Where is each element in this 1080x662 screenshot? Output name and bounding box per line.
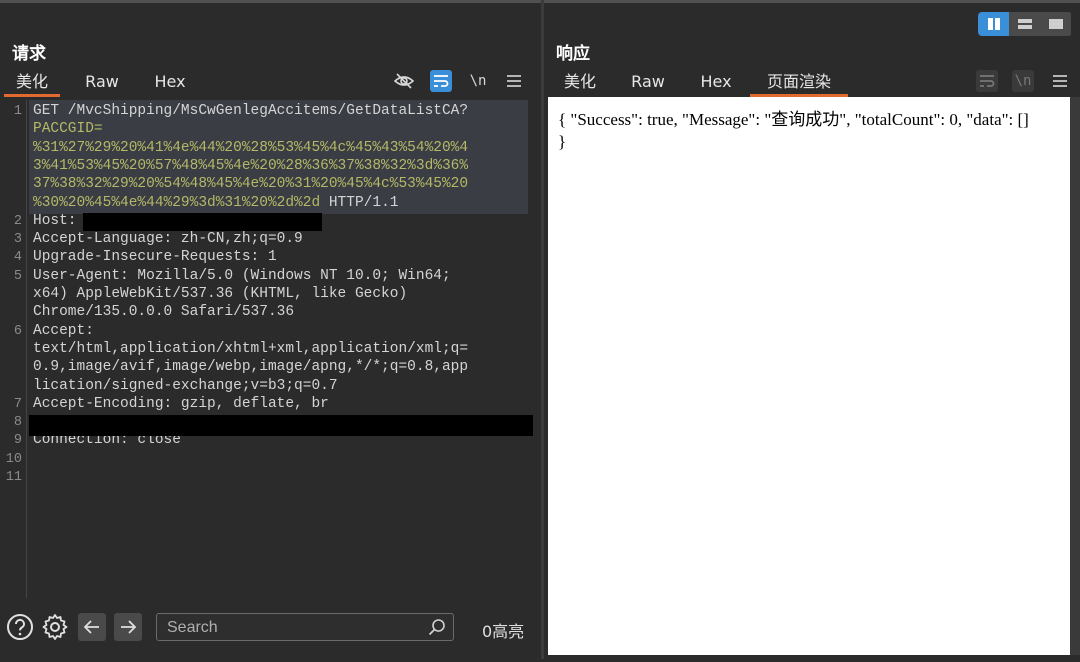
- layout-toggle-group: [978, 12, 1072, 36]
- line-number-gutter: 1 2 3 4 5 6 7 8 9 10 11: [0, 100, 27, 598]
- code-text: lication/signed-exchange;v=b3;q=0.7: [33, 377, 338, 394]
- layout-columns-icon[interactable]: [978, 12, 1009, 36]
- word-wrap-icon[interactable]: [430, 70, 452, 92]
- response-tab-raw[interactable]: Raw: [620, 69, 676, 97]
- query-param-text: 3%41%53%45%20%57%48%45%4e%20%28%36%37%38…: [33, 157, 469, 174]
- code-text: 0.9,image/avif,image/webp,image/apng,*/*…: [33, 359, 469, 376]
- response-title: 响应: [556, 44, 590, 64]
- code-text: Accept-Language: zh-CN,zh;q=0.9: [33, 231, 303, 248]
- code-text: User-Agent: Mozilla/5.0 (Windows NT 10.0…: [33, 267, 451, 284]
- highlight-count: 0高亮: [482, 622, 525, 641]
- code-text: Host:: [33, 212, 77, 229]
- code-text: text/html,application/xhtml+xml,applicat…: [33, 340, 469, 357]
- back-arrow-icon[interactable]: [78, 613, 106, 641]
- search-icon[interactable]: [428, 618, 446, 641]
- line-number: 3: [13, 232, 22, 248]
- code-line: Host:: [33, 213, 77, 229]
- scrollbar[interactable]: [1070, 97, 1080, 655]
- code-line: Accept-Language: zh-CN,zh;q=0.9: [33, 231, 303, 247]
- search-input[interactable]: [165, 617, 419, 639]
- code-text: x64) AppleWebKit/537.36 (KHTML, like Gec…: [33, 286, 408, 302]
- code-line: 0.9,image/avif,image/webp,image/apng,*/*…: [33, 359, 468, 375]
- code-text: Upgrade-Insecure-Requests: 1: [33, 249, 277, 266]
- code-line: lication/signed-exchange;v=b3;q=0.7: [33, 378, 338, 394]
- code-line: User-Agent: Mozilla/5.0 (Windows NT 10.0…: [33, 268, 451, 284]
- redacted-line: [29, 415, 533, 436]
- query-param-text: %30%20%45%4e%44%29%3d%31%20%2d%2d: [33, 194, 321, 211]
- request-pane: 请求 美化 Raw Hex \n 1 2 3 4 5 6 7 8 9 10 11 GET /MvcS…: [0, 0, 541, 659]
- query-param-text: 37%38%32%29%20%54%48%45%4e%20%31%20%45%4…: [33, 176, 469, 193]
- line-number: 1: [13, 104, 22, 119]
- settings-gear-icon[interactable]: [40, 612, 70, 642]
- rendered-json-text: { "Success": true, "Message": "查询成功", "t…: [558, 110, 1029, 151]
- forward-arrow-icon[interactable]: [114, 613, 142, 641]
- line-number: 4: [13, 250, 22, 266]
- line-number: 7: [13, 396, 22, 412]
- redacted-host: [83, 213, 322, 231]
- help-icon[interactable]: [5, 612, 35, 642]
- request-tab-hex[interactable]: Hex: [142, 69, 198, 97]
- code-line: text/html,application/xhtml+xml,applicat…: [33, 341, 468, 357]
- code-text: Accept-Encoding: gzip, deflate, br: [33, 395, 329, 412]
- hide-icon[interactable]: [393, 70, 415, 92]
- response-tab-render[interactable]: 页面渲染: [750, 69, 848, 97]
- request-tab-pretty[interactable]: 美化: [4, 69, 60, 97]
- code-line: 3%41%53%45%20%57%48%45%4e%20%28%36%37%38…: [33, 158, 468, 174]
- line-number: 11: [5, 470, 22, 485]
- newline-toggle-button: \n: [1012, 70, 1034, 92]
- code-line: 37%38%32%29%20%54%48%45%4e%20%31%20%45%4…: [33, 176, 468, 192]
- menu-icon[interactable]: [1049, 70, 1071, 92]
- code-line: %30%20%45%4e%44%29%3d%31%20%2d%2d HTTP/1…: [33, 195, 398, 211]
- line-number: 10: [5, 451, 22, 467]
- code-text: GET /MvcShipping/MsCwGenlegAccitems/GetD…: [33, 103, 469, 119]
- search-box: [156, 613, 454, 641]
- newline-toggle-button[interactable]: \n: [467, 70, 489, 92]
- query-param-text: PACCGID=: [33, 121, 103, 138]
- line-number: 8: [13, 415, 22, 431]
- layout-rows-icon[interactable]: [1009, 12, 1040, 36]
- code-line: PACCGID=: [33, 121, 103, 137]
- code-line: Upgrade-Insecure-Requests: 1: [33, 249, 277, 265]
- line-number: 6: [13, 323, 22, 339]
- request-tab-raw[interactable]: Raw: [72, 69, 132, 97]
- response-tab-pretty[interactable]: 美化: [552, 69, 608, 97]
- line-number: 9: [13, 433, 22, 449]
- code-line: %31%27%29%20%41%4e%44%20%28%53%45%4c%45%…: [33, 140, 468, 156]
- word-wrap-icon: [976, 70, 998, 92]
- code-text: Accept:: [33, 322, 94, 339]
- code-text: Chrome/135.0.0.0 Safari/537.36: [33, 304, 295, 321]
- code-text: HTTP/1.1: [320, 194, 399, 211]
- line-number: 5: [13, 268, 22, 284]
- response-render-view[interactable]: { "Success": true, "Message": "查询成功", "t…: [548, 97, 1070, 655]
- query-param-text: %31%27%29%20%41%4e%44%20%28%53%45%4c%45%…: [33, 139, 469, 156]
- layout-tabs-icon[interactable]: [1040, 12, 1071, 36]
- code-line: Accept-Encoding: gzip, deflate, br: [33, 396, 329, 412]
- code-line: x64) AppleWebKit/537.36 (KHTML, like Gec…: [33, 286, 407, 302]
- line-number: 2: [13, 213, 22, 229]
- response-tab-hex[interactable]: Hex: [688, 69, 744, 97]
- code-line: GET /MvcShipping/MsCwGenlegAccitems/GetD…: [33, 103, 468, 119]
- code-line: Chrome/135.0.0.0 Safari/537.36: [33, 304, 294, 320]
- code-line: Accept:: [33, 323, 94, 339]
- menu-icon[interactable]: [503, 70, 525, 92]
- request-title: 请求: [12, 44, 46, 64]
- request-editor[interactable]: 1 2 3 4 5 6 7 8 9 10 11 GET /MvcShipping/MsCwGenle…: [0, 100, 538, 598]
